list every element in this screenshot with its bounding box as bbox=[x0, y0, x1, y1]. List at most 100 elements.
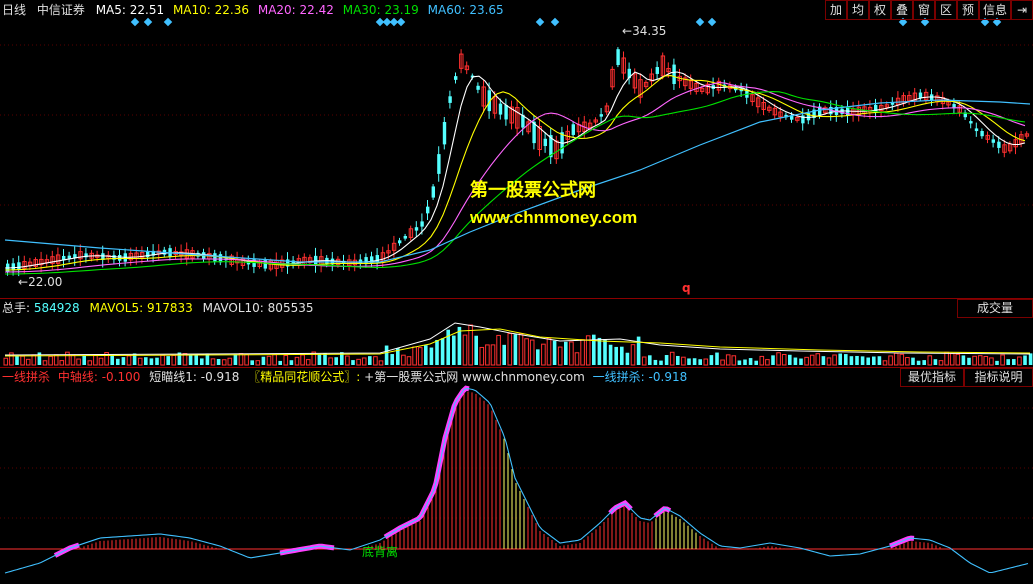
volume-bar-down bbox=[961, 355, 966, 365]
volume-indicator-button[interactable]: 成交量 bbox=[957, 299, 1033, 318]
volume-bar-down bbox=[474, 335, 478, 365]
toolbar-button-1[interactable]: 均 bbox=[847, 0, 869, 20]
volume-bar-up bbox=[300, 354, 305, 366]
candle-down bbox=[420, 221, 424, 227]
volume-bar-down bbox=[1006, 359, 1010, 365]
volume-bar-down bbox=[424, 345, 428, 365]
volume-bar-up bbox=[87, 360, 93, 366]
volume-bar-down bbox=[216, 359, 221, 365]
volume-bar-up bbox=[681, 356, 686, 366]
volume-bar-down bbox=[933, 359, 938, 365]
volume-bar-up bbox=[832, 354, 837, 366]
indicator-pane[interactable]: 一线拼杀 中轴线: -0.100 短瞄线1: -0.918 〖精品同花顺公式〗:… bbox=[0, 368, 1033, 584]
volume-bar-down bbox=[967, 357, 971, 365]
volume-bar-down bbox=[799, 358, 803, 365]
ma60-readout: MA60: 23.65 bbox=[427, 3, 504, 17]
toolbar-button-6[interactable]: 预 bbox=[957, 0, 979, 20]
volume-bar-up bbox=[361, 357, 367, 366]
signal-diamond bbox=[535, 17, 545, 27]
volume-bar-down bbox=[1012, 359, 1016, 365]
volume-bar-up bbox=[1000, 354, 1005, 366]
volume-bar-down bbox=[536, 349, 540, 365]
toolbar-button-5[interactable]: 区 bbox=[935, 0, 957, 20]
volume-bar-down bbox=[194, 355, 198, 365]
volume-pane[interactable]: 总手: 584928 MAVOL5: 917833 MAVOL10: 80553… bbox=[0, 299, 1033, 367]
volume-bar-up bbox=[630, 344, 636, 366]
volume-bar-up bbox=[557, 346, 563, 366]
volume-bar-up bbox=[944, 351, 949, 366]
volume-bar-down bbox=[653, 359, 658, 365]
exit-icon[interactable]: ⇥ bbox=[1011, 0, 1033, 20]
volume-bar-up bbox=[490, 344, 496, 366]
volume-bar-up bbox=[524, 338, 529, 366]
candle-down bbox=[974, 128, 979, 132]
volume-bar-up bbox=[882, 360, 888, 366]
signal-diamond bbox=[695, 17, 705, 27]
ma30-readout: MA30: 23.19 bbox=[342, 3, 419, 17]
volume-bar-up bbox=[126, 355, 132, 366]
volume-bar-down bbox=[166, 356, 170, 365]
volume-bar-down bbox=[838, 353, 842, 365]
volume-bar-up bbox=[720, 359, 725, 366]
volume-bar-down bbox=[82, 355, 86, 365]
price-pane[interactable]: 日线 中信证券 MA5: 22.51 MA10: 22.36 MA20: 22.… bbox=[0, 0, 1033, 298]
volume-bar-up bbox=[160, 354, 165, 366]
volume-bar-up bbox=[31, 354, 37, 366]
volume-bar-down bbox=[502, 344, 506, 365]
volume-bar-up bbox=[927, 355, 933, 366]
candle-down bbox=[375, 255, 379, 263]
volume-bar-down bbox=[636, 336, 641, 365]
volume-bar-up bbox=[283, 354, 289, 366]
volume-bar-down bbox=[351, 360, 355, 365]
volume-bar-up bbox=[888, 355, 893, 366]
volume-bar-down bbox=[603, 339, 607, 365]
volume-bar-down bbox=[922, 360, 926, 365]
candle-down bbox=[571, 124, 575, 135]
volume-bar-down bbox=[995, 360, 999, 365]
volume-bar-down bbox=[15, 356, 19, 365]
volume-bar-down bbox=[384, 345, 389, 365]
toolbar-button-2[interactable]: 权 bbox=[869, 0, 891, 20]
toolbar-button-3[interactable]: 叠 bbox=[891, 0, 913, 20]
toolbar-button-0[interactable]: 加 bbox=[825, 0, 847, 20]
indicator-chart[interactable] bbox=[0, 368, 1033, 584]
candle-down bbox=[213, 253, 217, 262]
candle-down bbox=[599, 114, 603, 117]
high-marker: ←34.35 bbox=[622, 24, 667, 38]
indicator-help-button[interactable]: 指标说明 bbox=[964, 368, 1033, 387]
volume-bar-down bbox=[446, 329, 450, 365]
volume-bar-down bbox=[317, 354, 322, 365]
ma5-readout: MA5: 22.51 bbox=[95, 3, 165, 17]
volume-bar-up bbox=[20, 355, 25, 366]
volume-bar-down bbox=[911, 357, 915, 365]
watermark-url: www.chnmoney.com bbox=[470, 208, 638, 227]
volume-bar-up bbox=[899, 353, 905, 366]
price-header: 日线 中信证券 MA5: 22.51 MA10: 22.36 MA20: 22.… bbox=[2, 1, 509, 19]
volume-bar-up bbox=[479, 346, 485, 366]
volume-bar-down bbox=[821, 356, 826, 365]
candlestick-chart[interactable] bbox=[0, 0, 1033, 298]
volume-bar-down bbox=[625, 352, 630, 365]
signal-diamond bbox=[130, 17, 140, 27]
volume-bar-up bbox=[703, 358, 709, 366]
candle-down bbox=[498, 103, 503, 115]
volume-bar-up bbox=[669, 351, 675, 366]
volume-bar-down bbox=[698, 359, 702, 365]
ma5-line bbox=[4, 71, 1026, 269]
volume-bar-down bbox=[877, 356, 882, 365]
toolbar-button-4[interactable]: 窗 bbox=[913, 0, 935, 20]
volume-bar-down bbox=[200, 358, 204, 365]
volume-bar-down bbox=[676, 355, 680, 365]
candle-down bbox=[426, 206, 430, 214]
mavol10-line bbox=[4, 328, 1031, 357]
toolbar-button-7[interactable]: 信息 bbox=[979, 0, 1011, 20]
mavol10-readout: MAVOL10: 805535 bbox=[202, 301, 314, 315]
chart-toolbar: 加均权叠窗区预信息 ⇥ bbox=[825, 0, 1033, 20]
volume-bar-up bbox=[328, 357, 333, 366]
volume-bar-up bbox=[507, 333, 513, 366]
best-indicator-button[interactable]: 最优指标 bbox=[900, 368, 964, 387]
volume-bar-down bbox=[121, 357, 126, 365]
volume-bar-down bbox=[149, 358, 154, 365]
volume-bar-down bbox=[116, 358, 120, 365]
main-line-readout: 一线拼杀: -0.918 bbox=[592, 370, 688, 384]
